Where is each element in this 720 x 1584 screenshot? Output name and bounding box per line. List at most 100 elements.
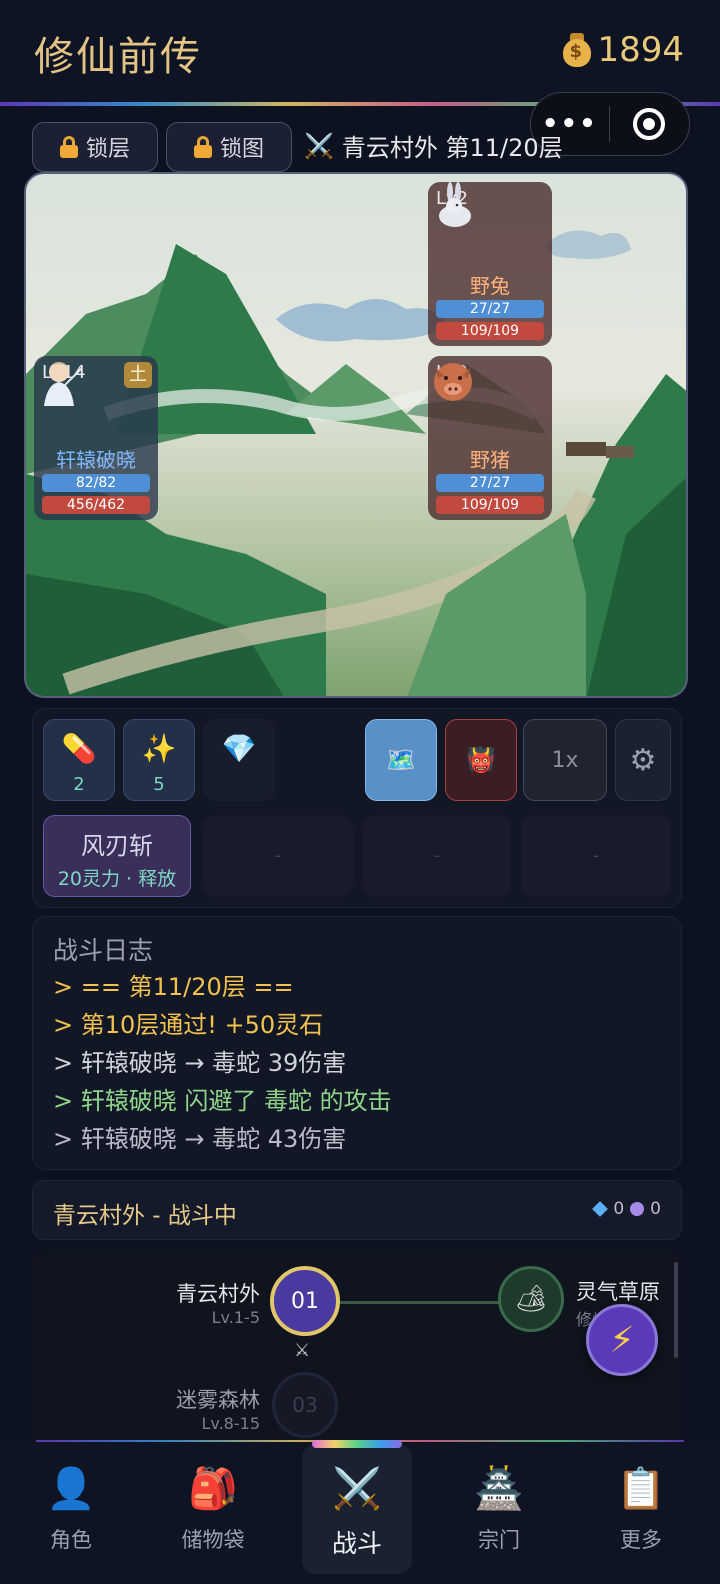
speed-label: 1x <box>551 747 579 773</box>
app-header: 修仙前传 $ 1894 <box>0 0 720 104</box>
map-node-label: 青云村外 Lv.1-5 <box>132 1278 260 1327</box>
gear-icon: ⚙ <box>629 742 657 778</box>
enemy-card[interactable]: Lv2 野兔 27/27 109/109 <box>428 182 552 346</box>
crossed-swords-icon: ⚔️ <box>304 131 334 160</box>
hero-card[interactable]: Lv14 土 轩辕破晓 82/82 456/462 <box>34 356 158 520</box>
lock-floor-button[interactable]: 锁层 <box>32 122 158 172</box>
campfire-icon: 🏕 <box>514 1284 548 1314</box>
coin-balance: $ 1894 <box>561 30 684 70</box>
world-map[interactable]: 青云村外 Lv.1-5 01 ⚔ 🏕 灵气草原 修炼... 迷雾森林 Lv.8-… <box>32 1252 682 1452</box>
gem-count: 0 <box>613 1199 625 1219</box>
hero-mp-bar: 82/82 <box>42 474 150 492</box>
map-node-name: 迷雾森林 <box>176 1388 260 1412</box>
action-panel: 💊 2 ✨ 5 💎 🗺️ 👹 1x ⚙ 风刃斩 20灵力 · 释放 - - - <box>32 708 682 908</box>
enemy-name: 野兔 <box>470 274 510 298</box>
boss-button[interactable]: 👹 <box>445 719 517 801</box>
map-node-level: Lv.8-15 <box>201 1414 260 1433</box>
skill-slot-empty[interactable]: - <box>363 815 511 897</box>
close-miniprogram-icon[interactable] <box>610 108 690 140</box>
rabbit-icon <box>439 182 471 227</box>
map-node-name: 灵气草原 <box>576 1280 660 1304</box>
nav-item-battle[interactable]: ⚔️ 战斗 <box>302 1460 412 1570</box>
resource-counts: 0 0 <box>592 1199 661 1219</box>
lock-icon <box>193 136 212 158</box>
nav-active-indicator <box>312 1440 402 1448</box>
log-line: > 轩辕破晓 → 毒蛇 43伤害 <box>53 1125 347 1153</box>
nav-label: 角色 <box>50 1528 92 1552</box>
battle-scene: Lv14 土 轩辕破晓 82/82 456/462 Lv2 野兔 27/27 1… <box>24 172 688 698</box>
nav-label: 储物袋 <box>181 1528 245 1552</box>
sparkle-icon: ✨ <box>141 732 177 765</box>
gem-icon <box>592 1201 609 1217</box>
map-node-grassland[interactable]: 🏕 <box>498 1266 564 1332</box>
map-scrollbar[interactable] <box>674 1262 678 1358</box>
map-icon: 🗺️ <box>386 746 416 774</box>
item-slot-sparkle[interactable]: ✨ 5 <box>123 719 195 801</box>
crossed-swords-icon: ⚔️ <box>332 1466 382 1512</box>
status-text: 青云村外 - 战斗中 <box>53 1203 237 1229</box>
lock-floor-label: 锁层 <box>85 137 130 162</box>
lock-icon <box>59 136 78 158</box>
app-title: 修仙前传 <box>34 34 202 80</box>
lock-map-button[interactable]: 锁图 <box>166 122 292 172</box>
coin-count: 1894 <box>597 30 684 70</box>
skill-slot-wind-blade[interactable]: 风刃斩 20灵力 · 释放 <box>43 815 191 897</box>
person-icon: 👤 <box>46 1466 96 1512</box>
item-count: 2 <box>73 774 85 795</box>
nav-item-character[interactable]: 👤 角色 <box>16 1460 126 1570</box>
log-title: 战斗日志 <box>53 936 154 965</box>
map-node-label: 迷雾森林 Lv.8-15 <box>132 1384 260 1433</box>
nav-item-inventory[interactable]: 🎒 储物袋 <box>158 1460 268 1570</box>
quick-action-button[interactable]: ⚡ <box>586 1304 658 1376</box>
map-node-current[interactable]: 01 <box>270 1266 340 1336</box>
hero-hp-bar: 456/462 <box>42 496 150 514</box>
battle-log[interactable]: 战斗日志 > == 第11/20层 == > 第10层通过! +50灵石 > 轩… <box>32 916 682 1170</box>
pill-icon: 💊 <box>61 732 97 765</box>
map-node-locked[interactable]: 03 <box>272 1372 338 1438</box>
money-bag-icon: $ <box>561 31 593 69</box>
enemy-card[interactable]: Lv2 野猪 27/27 109/109 <box>428 356 552 520</box>
demon-mask-icon: 👹 <box>466 746 496 774</box>
map-node-name: 青云村外 <box>176 1282 260 1306</box>
skill-slot-empty[interactable]: - <box>521 815 671 897</box>
enemy-mp-bar: 27/27 <box>436 300 544 318</box>
log-line: > 第10层通过! +50灵石 <box>53 1011 324 1039</box>
item-count: 5 <box>153 774 165 795</box>
element-badge: 土 <box>124 362 152 388</box>
nav-label: 宗门 <box>478 1528 520 1552</box>
nav-item-sect[interactable]: 🏯 宗门 <box>444 1460 554 1570</box>
status-bar: 青云村外 - 战斗中 0 0 <box>32 1180 682 1240</box>
map-node-level: Lv.1-5 <box>211 1308 260 1327</box>
stage-text: 青云村外 第11/20层 <box>341 134 563 162</box>
nav-item-more[interactable]: 📋 更多 <box>586 1460 696 1570</box>
enemy-hp-bar: 109/109 <box>436 496 544 514</box>
skill-slot-empty[interactable]: - <box>203 815 353 897</box>
clipboard-icon: 📋 <box>616 1466 666 1512</box>
enemy-name: 野猪 <box>470 448 510 472</box>
item-slot-pill[interactable]: 💊 2 <box>43 719 115 801</box>
lightning-icon: ⚡ <box>609 1319 635 1361</box>
item-slot-gem[interactable]: 💎 <box>203 719 275 801</box>
nav-label: 更多 <box>620 1528 662 1552</box>
gem-icon: 💎 <box>221 732 257 765</box>
log-line: > 轩辕破晓 → 毒蛇 39伤害 <box>53 1049 347 1077</box>
enemy-hp-bar: 109/109 <box>436 322 544 340</box>
boar-icon <box>434 363 472 401</box>
nav-label: 战斗 <box>331 1529 382 1558</box>
orb-count: 0 <box>650 1199 661 1219</box>
enemy-mp-bar: 27/27 <box>436 474 544 492</box>
backpack-icon: 🎒 <box>188 1466 238 1512</box>
hero-name: 轩辕破晓 <box>56 448 136 472</box>
stage-indicator: ⚔️ 青云村外 第11/20层 <box>304 128 563 163</box>
map-button[interactable]: 🗺️ <box>365 719 437 801</box>
pagoda-icon: 🏯 <box>474 1466 524 1512</box>
crossed-swords-icon: ⚔ <box>294 1340 311 1361</box>
hero-portrait-icon <box>44 362 83 406</box>
lock-map-label: 锁图 <box>219 137 264 162</box>
log-line: > == 第11/20层 == <box>53 973 294 1001</box>
skill-cost: 20灵力 · 释放 <box>57 868 177 890</box>
settings-button[interactable]: ⚙ <box>615 719 671 801</box>
orb-icon <box>630 1202 645 1216</box>
speed-toggle-button[interactable]: 1x <box>523 719 607 801</box>
log-line: > 轩辕破晓 闪避了 毒蛇 的攻击 <box>53 1087 392 1115</box>
